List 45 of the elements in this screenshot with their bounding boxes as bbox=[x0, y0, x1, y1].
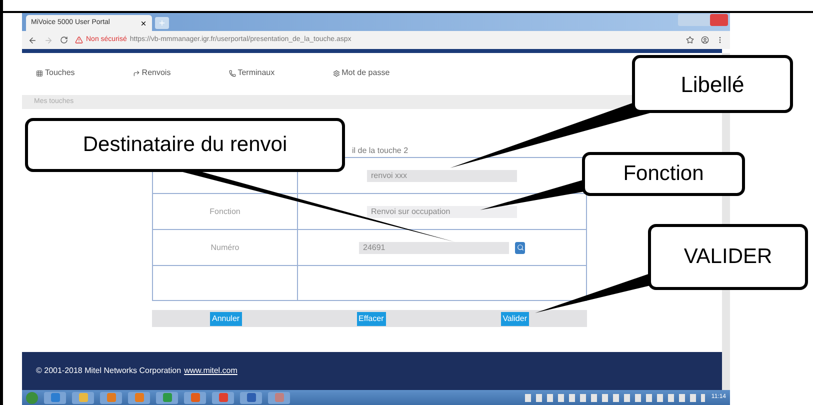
taskbar-app-icon[interactable] bbox=[44, 392, 66, 404]
input-field[interactable]: renvoi xxx bbox=[367, 170, 517, 182]
search-button[interactable] bbox=[515, 242, 525, 254]
nav-link[interactable]: Renvois bbox=[132, 67, 171, 79]
callout: Libellé bbox=[632, 55, 793, 113]
callout: Destinataire du renvoi bbox=[25, 118, 345, 172]
taskbar-app-icon[interactable] bbox=[212, 392, 234, 404]
start-button[interactable] bbox=[26, 392, 38, 404]
taskbar-app-icon[interactable] bbox=[240, 392, 262, 404]
form-button[interactable]: Valider bbox=[500, 312, 529, 326]
callout: VALIDER bbox=[648, 224, 808, 290]
callout: Fonction bbox=[582, 152, 745, 196]
taskbar-app-icon[interactable] bbox=[184, 392, 206, 404]
select-field[interactable]: Renvoi sur occupation bbox=[367, 206, 517, 218]
star-icon[interactable] bbox=[686, 36, 694, 44]
close-icon[interactable] bbox=[140, 20, 147, 26]
form-caption: il de la touche 2 bbox=[352, 145, 408, 157]
form-button[interactable]: Annuler bbox=[210, 312, 242, 326]
field-label: Numéro bbox=[210, 242, 240, 254]
copyright-text: © 2001-2018 Mitel Networks Corporation bbox=[36, 365, 182, 377]
forward-icon[interactable] bbox=[44, 36, 53, 44]
field-label: Fonction bbox=[210, 206, 240, 218]
taskbar-app-icon[interactable] bbox=[128, 392, 150, 404]
taskbar-app-icon[interactable] bbox=[100, 392, 122, 404]
grid-icon bbox=[36, 70, 43, 76]
new-tab-button[interactable] bbox=[155, 17, 169, 29]
back-icon[interactable] bbox=[28, 36, 37, 44]
taskbar-app-icon[interactable] bbox=[156, 392, 178, 404]
input-field[interactable]: 24691 bbox=[359, 242, 509, 254]
footer-link[interactable]: www.mitel.com bbox=[184, 365, 238, 377]
nav-link[interactable]: Terminaux bbox=[228, 67, 275, 79]
nav-link[interactable]: Touches bbox=[36, 67, 75, 79]
arrow-icon bbox=[132, 70, 140, 76]
nav-link[interactable]: Mot de passe bbox=[332, 67, 390, 79]
taskbar-app-icon[interactable] bbox=[268, 392, 290, 404]
warning-icon bbox=[75, 36, 83, 44]
plus-icon bbox=[158, 19, 166, 27]
gear-icon bbox=[332, 70, 340, 76]
reload-icon[interactable] bbox=[60, 36, 68, 44]
window-controls[interactable] bbox=[678, 14, 728, 26]
profile-icon[interactable] bbox=[701, 36, 709, 44]
taskbar-app-icon[interactable] bbox=[72, 392, 94, 404]
phone-icon bbox=[228, 70, 236, 76]
form-button[interactable]: Effacer bbox=[356, 312, 386, 326]
search-icon bbox=[516, 244, 524, 251]
